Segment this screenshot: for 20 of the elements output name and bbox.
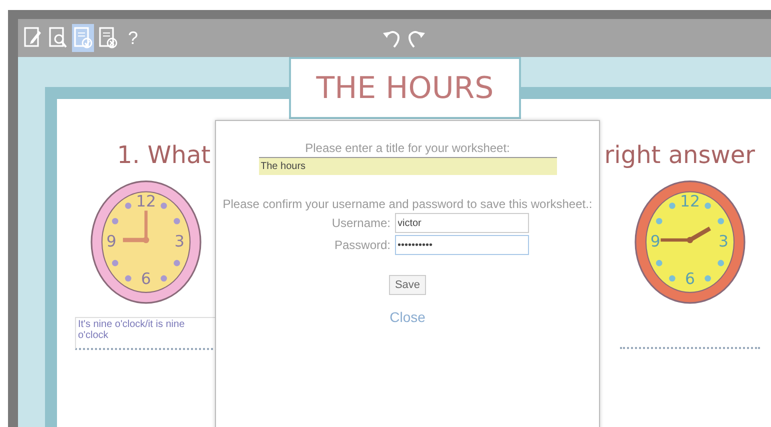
document-check-icon[interactable] <box>72 24 94 52</box>
clock-numeral: 9 <box>650 231 660 250</box>
save-button[interactable]: Save <box>388 275 426 295</box>
clock-numeral: 12 <box>136 191 156 210</box>
clock-numeral: 6 <box>685 269 695 288</box>
clock-numeral: 12 <box>680 191 700 210</box>
password-label: Password: <box>333 238 390 252</box>
clock-numeral: 6 <box>141 269 151 288</box>
clock-numeral: 9 <box>106 231 116 250</box>
title-prompt: Please enter a title for your worksheet: <box>305 141 510 155</box>
question-text: right answer <box>604 141 755 169</box>
clock-numeral: 3 <box>174 231 185 250</box>
username-label: Username: <box>330 216 390 230</box>
worksheet-title: THE HOURS <box>316 70 494 106</box>
password-field[interactable]: •••••••••• <box>394 235 528 255</box>
confirm-prompt: Please confirm your username and password to save this worksheet.: <box>222 197 592 211</box>
username-field[interactable]: victor <box>394 213 528 233</box>
clock-numeral: 3 <box>718 231 729 250</box>
question-text: 1. What <box>117 141 211 169</box>
title-field[interactable]: The hours <box>258 157 556 175</box>
